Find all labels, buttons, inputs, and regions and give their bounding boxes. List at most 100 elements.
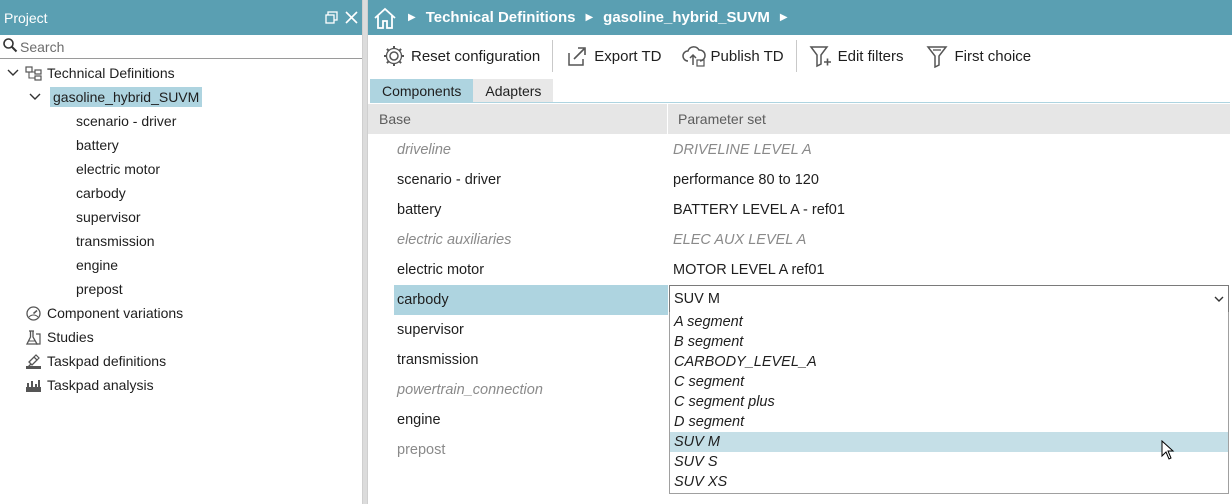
search-icon [2, 37, 18, 56]
tree-item-label: Technical Definitions [47, 65, 175, 81]
tree-item-component-variations[interactable]: Component variations [24, 301, 183, 325]
base-cell: electric auxiliaries [397, 232, 512, 248]
export-icon [565, 44, 589, 68]
parameter-set-cell[interactable]: BATTERY LEVEL A - ref01 [673, 199, 845, 221]
parameter-set-cell[interactable]: performance 80 to 120 [673, 169, 819, 191]
export-td-label: Export TD [594, 47, 662, 65]
dropdown-option[interactable]: SUV S [670, 452, 1228, 472]
search-row [0, 35, 362, 59]
tree-item-label: gasoline_hybrid_SUVM [50, 87, 203, 107]
dropdown-option[interactable]: SUV XS [670, 472, 1228, 492]
first-choice-button[interactable]: First choice [919, 39, 1037, 73]
project-panel-title: Project [4, 9, 48, 26]
tree-item-label: scenario - driver [76, 113, 177, 129]
tree-item-prepost[interactable]: prepost [76, 277, 123, 301]
tree-item-label: electric motor [76, 161, 161, 177]
home-icon[interactable] [372, 6, 398, 30]
tree-item-label: Component variations [47, 305, 184, 321]
grid-header: Base Parameter set [368, 104, 1230, 134]
first-choice-label: First choice [954, 47, 1032, 65]
restore-window-icon[interactable] [322, 9, 340, 27]
breadcrumb-separator-icon: ▶ [585, 12, 594, 23]
publish-icon [681, 44, 706, 68]
dropdown-option[interactable]: B segment [670, 332, 1228, 352]
toolbar-divider [795, 40, 797, 72]
dropdown-option[interactable]: CARBODY_LEVEL_A [670, 352, 1228, 372]
tree-item-label: prepost [76, 281, 123, 297]
base-cell: battery [397, 202, 442, 218]
column-header-base[interactable]: Base [368, 104, 668, 134]
base-cell: electric motor [397, 262, 485, 278]
dropdown-option[interactable]: A segment [670, 312, 1228, 332]
components-grid: Base Parameter set [368, 104, 1230, 134]
tree-item-label: battery [76, 137, 119, 153]
tree-item-engine[interactable]: engine [76, 253, 118, 277]
breadcrumb: ▶ Technical Definitions ▶ gasoline_hybri… [368, 0, 1232, 35]
project-panel-header: Project [0, 0, 362, 35]
edit-filters-label: Edit filters [837, 47, 904, 65]
table-row[interactable]: battery BATTERY LEVEL A - ref01 [368, 195, 1230, 225]
tree-item-studies[interactable]: Studies [24, 325, 94, 349]
dropdown-option[interactable]: D segment [670, 412, 1228, 432]
parameter-set-cell[interactable]: MOTOR LEVEL A ref01 [673, 259, 825, 281]
tree-item-taskpad-analysis[interactable]: Taskpad analysis [24, 373, 154, 397]
first-choice-filter-icon [925, 44, 949, 68]
tree-item-label: carbody [76, 185, 126, 201]
mouse-cursor-icon [1161, 440, 1175, 460]
chevron-down-icon[interactable] [1211, 287, 1227, 311]
tree-item-gasoline-hybrid-suvm[interactable]: gasoline_hybrid_SUVM [28, 85, 203, 109]
parameter-set-dropdown: A segment B segment CARBODY_LEVEL_A C se… [669, 312, 1229, 494]
base-cell: engine [397, 412, 441, 428]
base-cell: powertrain_connection [397, 382, 543, 398]
component-variations-icon [24, 304, 42, 322]
tab-components[interactable]: Components [370, 79, 474, 103]
filter-edit-icon [809, 44, 833, 68]
parameter-set-cell[interactable]: ELEC AUX LEVEL A [673, 229, 806, 251]
table-row[interactable]: driveline DRIVELINE LEVEL A [368, 135, 1230, 165]
tree-item-battery[interactable]: battery [76, 133, 119, 157]
tree-item-transmission[interactable]: transmission [76, 229, 155, 253]
search-input[interactable] [20, 38, 340, 55]
base-cell: driveline [397, 142, 451, 158]
tree-item-taskpad-definitions[interactable]: Taskpad definitions [24, 349, 166, 373]
table-row[interactable]: electric motor MOTOR LEVEL A ref01 [368, 255, 1230, 285]
edit-filters-button[interactable]: Edit filters [803, 39, 910, 73]
tree-item-carbody[interactable]: carbody [76, 181, 126, 205]
breadcrumb-separator-icon[interactable]: ▶ [780, 12, 788, 23]
column-header-parameter-set[interactable]: Parameter set [668, 111, 766, 127]
table-row[interactable]: scenario - driver performance 80 to 120 [368, 165, 1230, 195]
tree-item-label: supervisor [76, 209, 141, 225]
breadcrumb-item[interactable]: gasoline_hybrid_SUVM [603, 9, 770, 26]
tab-underline [370, 102, 1230, 103]
combobox-value: SUV M [674, 291, 720, 307]
chevron-down-icon[interactable] [28, 90, 42, 104]
project-panel: Project Technical Definitions gasoline_h… [0, 0, 362, 504]
technical-definitions-icon [24, 64, 42, 82]
tree-item-label: transmission [76, 233, 155, 249]
table-row[interactable]: electric auxiliaries ELEC AUX LEVEL A [368, 225, 1230, 255]
dropdown-option[interactable]: C segment [670, 372, 1228, 392]
toolbar-divider [552, 40, 554, 72]
base-cell: scenario - driver [397, 172, 501, 188]
base-cell: prepost [397, 442, 446, 458]
tree-item-electric-motor[interactable]: electric motor [76, 157, 160, 181]
reset-configuration-label: Reset configuration [411, 47, 541, 65]
publish-td-button[interactable]: Publish TD [676, 39, 790, 73]
export-td-button[interactable]: Export TD [559, 39, 667, 73]
reset-configuration-button[interactable]: Reset configuration [376, 39, 546, 73]
tree-item-label: Taskpad analysis [47, 377, 154, 393]
tree-item-supervisor[interactable]: supervisor [76, 205, 141, 229]
studies-icon [24, 328, 42, 346]
taskpad-definitions-icon [24, 352, 42, 370]
dropdown-option-highlighted[interactable]: SUV M [670, 432, 1228, 452]
dropdown-option[interactable]: C segment plus [670, 392, 1228, 412]
breadcrumb-item[interactable]: Technical Definitions [426, 9, 576, 26]
parameter-set-cell[interactable]: DRIVELINE LEVEL A [673, 139, 812, 161]
parameter-set-combobox[interactable]: SUV M [669, 285, 1229, 313]
base-cell: supervisor [397, 322, 464, 338]
tab-adapters[interactable]: Adapters [473, 79, 554, 103]
close-icon[interactable] [342, 9, 360, 27]
tree-item-scenario-driver[interactable]: scenario - driver [76, 109, 176, 133]
tree-item-technical-definitions[interactable]: Technical Definitions [6, 61, 175, 85]
chevron-down-icon[interactable] [6, 66, 20, 80]
